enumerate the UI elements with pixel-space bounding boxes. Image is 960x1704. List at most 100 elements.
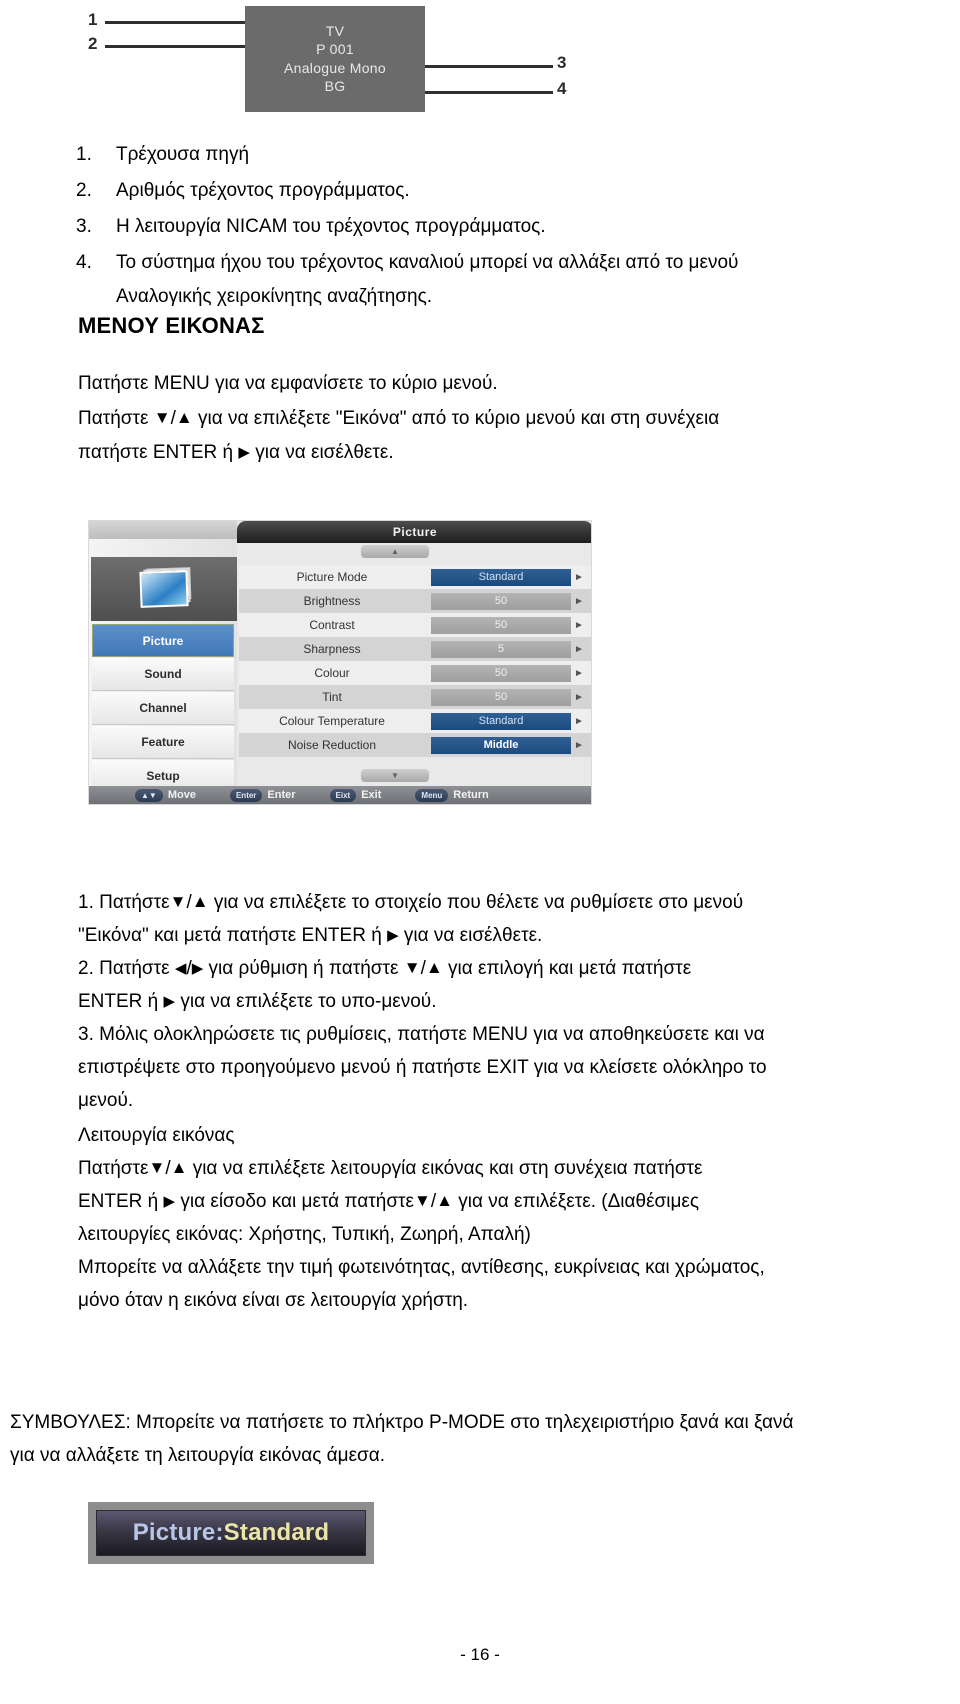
banner-prefix: Picture:: [132, 1519, 224, 1546]
triangle-right-icon: ▶: [163, 993, 176, 1010]
step-2-enter: ENTER ή: [78, 991, 159, 1012]
osd-title-bar: Picture: [237, 521, 591, 543]
key-menu-icon: Menu: [415, 788, 449, 802]
sidebar-item-feature[interactable]: Feature: [92, 726, 234, 759]
tv-info-system: BG: [324, 78, 346, 94]
tips-line-2: για να αλλάξετε τη λειτουργία εικόνας άμ…: [10, 1445, 386, 1466]
setting-row-sharpness[interactable]: Sharpness 5 ►: [239, 637, 591, 661]
step-1-suffix: για να εισέλθετε.: [403, 925, 543, 946]
usage-steps: 1. Πατήστε▼/▲ για να επιλέξετε το στοιχε…: [78, 886, 884, 1317]
sidebar-item-label: Channel: [139, 701, 187, 715]
setting-row-contrast[interactable]: Contrast 50 ►: [239, 613, 591, 637]
setting-row-noise-reduction[interactable]: Noise Reduction Middle ►: [239, 733, 591, 757]
osd-callout-diagram: 1 2 3 4 TV P 001 Analogue Mono BG: [70, 4, 630, 124]
picture-mode-prefix: Πατήστε: [78, 1158, 149, 1179]
triangle-right-icon: ▶: [163, 1193, 176, 1210]
sidebar-item-label: Sound: [144, 667, 182, 681]
banner-inner: Picture: Standard: [96, 1510, 366, 1556]
setting-value: 5: [431, 640, 571, 658]
triangle-up-icon: ▲: [436, 1191, 453, 1210]
step-2-prefix: 2. Πατήστε: [78, 958, 170, 979]
setting-label: Picture Mode: [296, 570, 368, 584]
picture-mode-line-2: ENTER ή ▶ για είσοδο και μετά πατήστε▼/▲…: [78, 1185, 884, 1218]
list-marker: 3.: [76, 216, 92, 237]
sidebar-item-channel[interactable]: Channel: [92, 692, 234, 725]
key-updown-icon: ▲▼: [135, 788, 163, 802]
list-item: 3. Η λειτουργία NICAM του τρέχοντος προγ…: [74, 210, 889, 244]
callout-leader-line-2: [105, 45, 245, 48]
setting-label: Tint: [322, 690, 342, 704]
picture-icon: [139, 570, 189, 608]
picture-menu-screenshot: Picture Picture Sound Channel Feature Se…: [88, 520, 592, 805]
osd-footer-hints: ▲▼ Move Enter Enter Eixt Exit Menu Retur…: [89, 786, 591, 804]
callout-number-4: 4: [557, 79, 567, 98]
list-item: 2. Αριθμός τρέχοντος προγράμματος.: [74, 174, 889, 208]
picture-mode-line-1: Πατήστε▼/▲ για να επιλέξετε λειτουργία ε…: [78, 1152, 884, 1185]
setting-value: Standard: [431, 568, 571, 586]
scroll-down-icon[interactable]: ▼: [361, 769, 429, 782]
triangle-down-icon: ▼: [153, 408, 171, 427]
key-enter-icon: Enter: [229, 788, 263, 802]
sidebar-item-picture[interactable]: Picture: [92, 624, 234, 657]
setting-value: 50: [431, 592, 571, 610]
triangle-down-icon: ▼: [148, 1158, 166, 1177]
list-item-text: Η λειτουργία NICAM του τρέχοντος προγράμ…: [116, 216, 546, 237]
triangle-up-icon: ▲: [191, 892, 209, 911]
scroll-up-icon[interactable]: ▲: [361, 545, 429, 558]
press-instruction-text: για να επιλέξετε "Εικόνα" από το κύριο μ…: [197, 408, 720, 429]
osd-top-strip: [89, 521, 237, 539]
callout-leader-line-4: [425, 91, 553, 94]
triangle-down-icon: ▼: [169, 892, 187, 911]
setting-row-colour[interactable]: Colour 50 ►: [239, 661, 591, 685]
picture-mode-note-1: Μπορείτε να αλλάξετε την τιμή φωτεινότητ…: [78, 1257, 765, 1278]
picture-mode-osd-banner: Picture: Standard: [88, 1502, 374, 1564]
sidebar-item-label: Setup: [146, 769, 180, 783]
press-enter-suffix: για να εισέλθετε.: [255, 442, 394, 463]
hint-enter: Enter Enter: [229, 788, 296, 802]
list-item-text: Τρέχουσα πηγή: [116, 144, 250, 165]
picture-mode-enter: ENTER ή: [78, 1191, 159, 1212]
hint-label: Return: [453, 789, 489, 801]
callout-number-1: 1: [88, 10, 98, 29]
setting-value: 50: [431, 664, 571, 682]
setting-value: Standard: [431, 712, 571, 730]
hint-move: ▲▼ Move: [135, 788, 196, 802]
banner-value: Standard: [223, 1519, 330, 1546]
picture-mode-heading: Λειτουργία εικόνας: [78, 1125, 235, 1146]
setting-row-brightness[interactable]: Brightness 50 ►: [239, 589, 591, 613]
triangle-down-icon: ▼: [403, 958, 421, 977]
page-number: - 16 -: [460, 1645, 500, 1664]
triangle-right-icon: ▶: [238, 444, 250, 461]
hint-exit: Eixt Exit: [329, 788, 382, 802]
hint-label: Move: [167, 789, 196, 801]
triangle-up-icon: ▲: [425, 958, 443, 977]
hint-return: Menu Return: [415, 788, 489, 802]
step-3-line-3: μενού.: [78, 1090, 134, 1111]
chevron-right-icon: ►: [574, 595, 584, 607]
list-marker: 4.: [76, 252, 92, 273]
sidebar-item-sound[interactable]: Sound: [92, 658, 234, 691]
sidebar-item-label: Feature: [141, 735, 185, 749]
tv-info-banner: TV P 001 Analogue Mono BG: [245, 6, 425, 112]
triangle-down-icon: ▼: [414, 1191, 431, 1210]
key-exit-icon: Eixt: [329, 788, 357, 802]
press-enter-text: πατήστε ENTER ή: [78, 442, 234, 463]
triangle-up-icon: ▲: [170, 1158, 188, 1177]
press-instruction-line-1: Πατήστε ▼/▲ για να επιλέξετε "Εικόνα" απ…: [78, 402, 883, 435]
chevron-right-icon: ►: [574, 619, 584, 631]
tv-info-nicam: Analogue Mono: [284, 59, 386, 76]
tips-line-1: ΣΥΜΒΟΥΛΕΣ: Μπορείτε να πατήσετε το πλήκτ…: [10, 1412, 794, 1433]
triangle-right-icon: ▶: [191, 960, 204, 977]
setting-row-colour-temperature[interactable]: Colour Temperature Standard ►: [239, 709, 591, 733]
setting-row-tint[interactable]: Tint 50 ►: [239, 685, 591, 709]
tv-info-source: TV: [325, 22, 345, 39]
osd-settings-list: ▲ ▼ Picture Mode Standard ► Brightness 5…: [239, 543, 591, 788]
osd-picture-icon-box: [91, 557, 237, 621]
setting-value: 50: [431, 688, 571, 706]
setting-label: Colour: [314, 666, 350, 680]
callout-description-list: 1. Τρέχουσα πηγή 2. Αριθμός τρέχοντος πρ…: [74, 138, 889, 316]
tv-info-program: P 001: [316, 41, 354, 57]
hint-label: Enter: [267, 789, 296, 801]
setting-row-picture-mode[interactable]: Picture Mode Standard ►: [239, 565, 591, 589]
hint-label: Exit: [361, 789, 382, 801]
